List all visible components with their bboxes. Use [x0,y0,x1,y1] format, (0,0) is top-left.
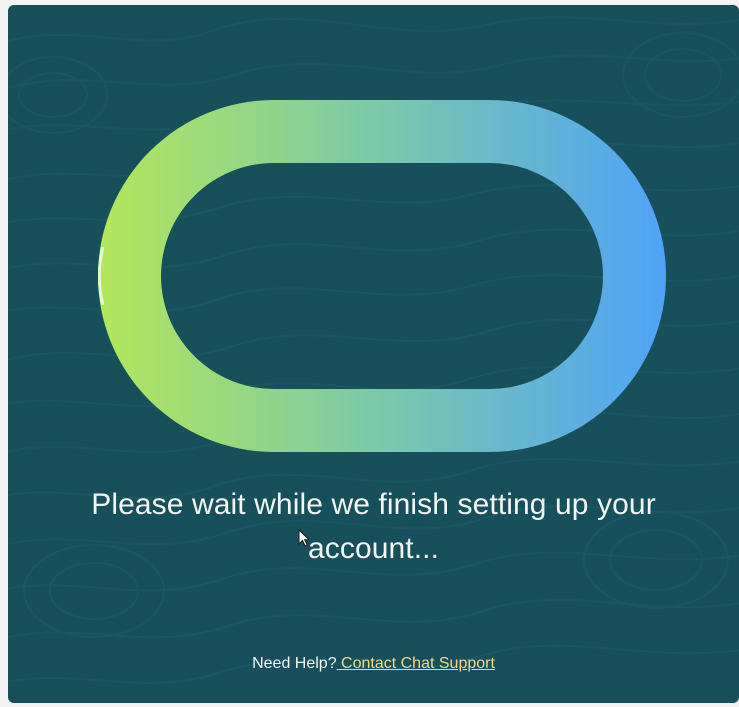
contact-chat-support-link[interactable]: Contact Chat Support [337,655,495,672]
ring-shape [98,100,666,452]
page-bottom-edge [0,703,739,707]
setup-wait-message: Please wait while we finish setting up y… [8,483,739,571]
setup-wait-message-text: Please wait while we finish setting up y… [91,488,656,565]
loading-panel: Please wait while we finish setting up y… [8,5,739,703]
loading-ring-logo [98,100,666,452]
help-footer: Need Help? Contact Chat Support [8,653,739,675]
need-help-label: Need Help? [252,655,337,672]
mouse-pointer-icon [298,529,310,547]
